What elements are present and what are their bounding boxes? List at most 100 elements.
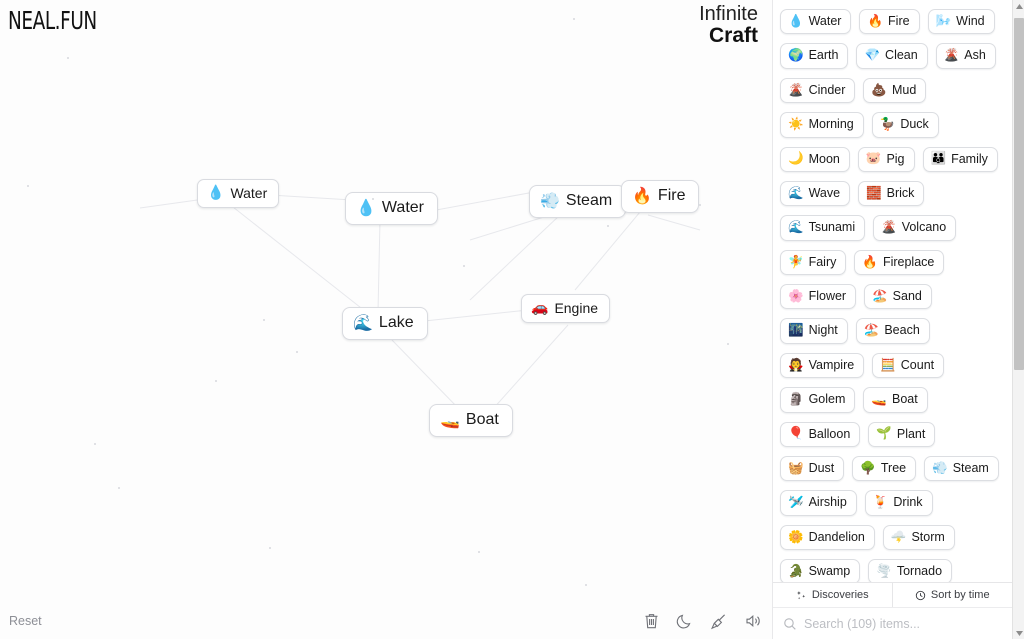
element-pill-clean[interactable]: 💎 Clean	[856, 43, 928, 69]
element-pill-label: Count	[900, 357, 935, 372]
background-speck	[573, 18, 575, 20]
canvas-node-fire[interactable]: 🔥 Fire	[621, 180, 700, 213]
element-pill-fairy[interactable]: 🧚 Fairy	[780, 249, 847, 275]
canvas-node-boat[interactable]: 🚤 Boat	[429, 404, 513, 437]
element-pill-moon[interactable]: 🌙 Moon	[780, 146, 850, 172]
fire-icon: 🔥	[867, 12, 884, 28]
clock-icon	[915, 590, 926, 601]
background-speck	[215, 380, 217, 382]
canvas-node-label: Boat	[465, 411, 499, 428]
element-pill-drink[interactable]: 🍹 Drink	[864, 490, 933, 516]
element-pill-count[interactable]: 🧮 Count	[872, 352, 945, 379]
canvas-node-water[interactable]: 💧 Water	[345, 192, 438, 225]
background-speck	[585, 584, 587, 586]
element-pill-label: Volcano	[901, 220, 947, 235]
background-speck	[372, 198, 374, 200]
element-pill-label: Fireplace	[882, 254, 935, 269]
element-pill-sand[interactable]: 🏖️ Sand	[864, 284, 932, 310]
title-line-2: Craft	[708, 24, 758, 47]
moon-icon: 🌙	[788, 150, 804, 166]
element-pill-label: Family	[951, 151, 988, 166]
element-pill-mud[interactable]: 💩 Mud	[863, 77, 927, 104]
element-pill-label: Vampire	[808, 357, 855, 372]
canvas-node-engine[interactable]: 🚗 Engine	[521, 294, 611, 323]
canvas-node-label: Steam	[565, 192, 613, 209]
neal-fun-logo[interactable]: NEAL.FUN	[8, 6, 97, 35]
element-pill-label: Dandelion	[808, 529, 865, 544]
element-pill-plant[interactable]: 🌱 Plant	[868, 421, 936, 447]
canvas-node-label: Water	[381, 199, 424, 216]
element-pill-wind[interactable]: 🌬️ Wind	[927, 9, 995, 35]
element-pill-night[interactable]: 🌃 Night	[780, 318, 848, 344]
element-pill-label: Brick	[886, 185, 915, 200]
element-pill-tornado[interactable]: 🌪️ Tornado	[868, 559, 953, 582]
element-pill-pig[interactable]: 🐷 Pig	[857, 146, 915, 172]
element-pill-label: Clean	[885, 48, 918, 63]
wind-icon: 🌬️	[935, 12, 952, 28]
element-pill-storm[interactable]: 🌩️ Storm	[882, 524, 955, 550]
element-pill-cinder[interactable]: 🌋 Cinder	[780, 77, 856, 104]
tab-discoveries[interactable]: Discoveries	[773, 583, 893, 607]
element-pill-duck[interactable]: 🦆 Duck	[871, 112, 939, 138]
element-pill-volcano[interactable]: 🌋 Volcano	[873, 215, 957, 241]
element-pill-airship[interactable]: 🛩️ Airship	[780, 490, 857, 516]
element-pill-label: Dust	[808, 460, 835, 475]
element-pill-tsunami[interactable]: 🌊 Tsunami	[780, 215, 866, 241]
moon-icon[interactable]	[674, 610, 696, 632]
canvas-toolbar	[640, 610, 764, 632]
element-pill-label: Airship	[808, 495, 847, 510]
element-pill-fire[interactable]: 🔥 Fire	[859, 9, 920, 35]
element-pill-family[interactable]: 👪 Family	[922, 146, 998, 172]
element-pill-tree[interactable]: 🌳 Tree	[852, 455, 917, 482]
canvas-node-water[interactable]: 💧 Water	[197, 179, 280, 208]
element-pill-label: Water	[808, 14, 842, 28]
tab-sort-by-time[interactable]: Sort by time	[892, 583, 1012, 607]
element-pill-beach[interactable]: 🏖️ Beach	[855, 318, 930, 344]
element-pill-brick[interactable]: 🧱 Brick	[858, 180, 925, 207]
element-pill-vampire[interactable]: 🧛 Vampire	[780, 352, 865, 379]
brick-icon: 🧱	[866, 184, 882, 200]
element-pill-dandelion[interactable]: 🌼 Dandelion	[780, 524, 875, 550]
element-pill-morning[interactable]: ☀️ Morning	[780, 112, 864, 138]
element-pill-wave[interactable]: 🌊 Wave	[780, 180, 851, 207]
trash-icon[interactable]	[640, 610, 662, 632]
search-bar[interactable]	[773, 607, 1012, 639]
scroll-up-arrow-icon[interactable]	[1013, 0, 1024, 12]
background-speck	[94, 443, 96, 445]
reset-button[interactable]: Reset	[9, 614, 42, 628]
element-pill-label: Tsunami	[808, 220, 856, 235]
scroll-down-arrow-icon[interactable]	[1013, 627, 1024, 639]
dandelion-icon: 🌼	[788, 528, 804, 544]
element-pill-steam[interactable]: 💨 Steam	[924, 455, 999, 482]
element-pill-label: Tree	[880, 460, 907, 475]
element-pill-ash[interactable]: 🌋 Ash	[935, 43, 996, 69]
element-pill-flower[interactable]: 🌸 Flower	[780, 284, 857, 310]
element-list[interactable]: 💧 Water 🔥 Fire 🌬️ Wind 🌍 Earth 💎 Clean 🌋 Ash 🌋 Cinder…	[773, 0, 1012, 582]
element-pill-balloon[interactable]: 🎈 Balloon	[780, 421, 861, 447]
element-pill-water[interactable]: 💧 Water	[780, 9, 852, 35]
element-pill-label: Balloon	[808, 426, 851, 441]
search-input[interactable]	[804, 616, 1002, 631]
element-pill-fireplace[interactable]: 🔥 Fireplace	[854, 249, 945, 275]
canvas-node-lake[interactable]: 🌊 Lake	[342, 307, 428, 340]
background-speck	[118, 487, 120, 489]
flower-icon: 🌸	[788, 287, 804, 303]
boat-icon: 🚤	[440, 410, 460, 429]
element-pill-label: Boat	[891, 392, 918, 407]
pig-icon: 🐷	[865, 150, 882, 166]
broom-icon[interactable]	[708, 610, 730, 632]
page-scrollbar[interactable]	[1012, 0, 1024, 639]
scrollbar-thumb[interactable]	[1014, 18, 1024, 370]
element-pill-dust[interactable]: 🧺 Dust	[780, 455, 845, 482]
speaker-icon[interactable]	[742, 610, 764, 632]
element-pill-label: Wave	[808, 185, 841, 200]
sparkle-icon	[796, 590, 807, 601]
element-pill-boat[interactable]: 🚤 Boat	[863, 387, 928, 413]
element-pill-earth[interactable]: 🌍 Earth	[780, 43, 849, 69]
element-pill-swamp[interactable]: 🐊 Swamp	[780, 559, 861, 582]
canvas-node-steam[interactable]: 💨 Steam	[529, 185, 627, 218]
crafting-canvas[interactable]: NEAL.FUN Infinite Craft 💧 Water 💧 Water 💨 Ste…	[0, 0, 772, 639]
plant-icon: 🌱	[876, 425, 892, 441]
element-pill-label: Ash	[964, 48, 986, 63]
element-pill-golem[interactable]: 🗿 Golem	[780, 387, 856, 413]
